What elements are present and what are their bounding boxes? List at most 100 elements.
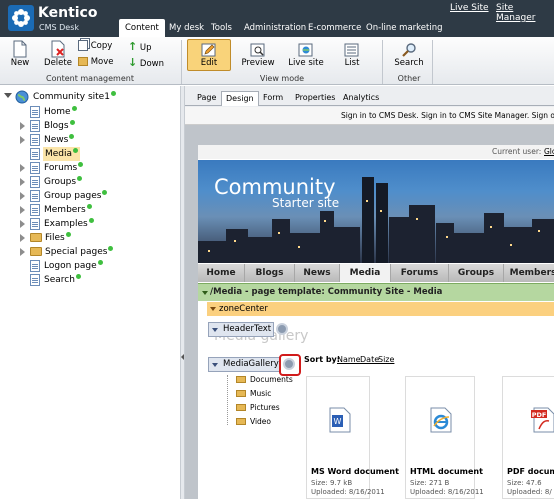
dropdown-arrow-icon[interactable] xyxy=(212,328,218,332)
nav-media[interactable]: Media xyxy=(340,264,391,282)
move-folder-icon xyxy=(78,57,88,66)
gear-icon[interactable] xyxy=(283,358,295,370)
nav-blogs[interactable]: Blogs xyxy=(245,264,295,282)
new-button[interactable]: New xyxy=(6,40,34,68)
tab-content[interactable]: Content xyxy=(119,19,165,37)
page-icon xyxy=(30,204,40,216)
copy-button[interactable]: Copy xyxy=(78,40,118,51)
file-size: Size: 47.6 xyxy=(507,479,542,487)
folder-icon xyxy=(30,233,42,242)
sign-in-links[interactable]: Sign in to CMS Desk. Sign in to CMS Site… xyxy=(341,107,554,125)
zone-label: zoneCenter xyxy=(219,304,268,314)
nav-news[interactable]: News xyxy=(295,264,340,282)
expand-arrow-icon[interactable] xyxy=(20,178,25,186)
delete-button-label: Delete xyxy=(44,58,72,68)
new-button-label: New xyxy=(10,58,30,68)
expand-arrow-icon[interactable] xyxy=(20,122,25,130)
tab-my-desk[interactable]: My desk xyxy=(163,19,210,37)
dropdown-arrow-icon[interactable] xyxy=(202,291,208,295)
edit-button-label: Edit xyxy=(200,58,218,68)
sort-size-link[interactable]: Size xyxy=(378,355,394,364)
sign-in-bar: Sign in to CMS Desk. Sign in to CMS Site… xyxy=(185,107,554,125)
folder-music[interactable]: Music xyxy=(236,388,271,400)
tree-item-label: Groups xyxy=(44,175,83,189)
preview-button[interactable]: Preview xyxy=(238,42,278,68)
logo-subtitle: CMS Desk xyxy=(39,23,79,32)
zone-bar[interactable]: zoneCenter xyxy=(207,302,554,316)
headertext-webpart[interactable]: HeaderText xyxy=(208,322,274,337)
tree-item-label: Logon page xyxy=(44,259,103,273)
tree-item-label: Examples xyxy=(44,217,94,231)
tab-analytics[interactable]: Analytics xyxy=(339,91,383,106)
dropdown-arrow-icon[interactable] xyxy=(212,363,218,367)
up-button[interactable]: ↑ Up xyxy=(128,40,164,53)
expand-arrow-icon[interactable] xyxy=(20,192,25,200)
expand-arrow-icon[interactable] xyxy=(4,93,12,98)
file-uploaded: Uploaded: 8/16/2011 xyxy=(410,488,484,496)
file-size: Size: 271 B xyxy=(410,479,450,487)
site-manager-link[interactable]: Site Manager xyxy=(496,3,554,23)
move-button[interactable]: Move xyxy=(78,57,118,67)
page-template-bar[interactable]: /Media - page template: Community Site -… xyxy=(198,283,554,301)
file-card[interactable]: PDF PDF docum Size: 47.6 Uploaded: 8/ xyxy=(502,376,554,499)
tab-tools[interactable]: Tools xyxy=(205,19,238,37)
file-card[interactable]: W MS Word document Size: 9.7 kB Uploaded… xyxy=(306,376,399,499)
new-page-icon xyxy=(13,40,27,58)
nav-home[interactable]: Home xyxy=(198,264,245,282)
gear-icon[interactable] xyxy=(276,323,288,335)
mediagallery-webpart[interactable]: MediaGallery xyxy=(208,357,280,372)
expand-arrow-icon[interactable] xyxy=(20,164,25,172)
tab-properties[interactable]: Properties xyxy=(291,91,339,106)
tab-page[interactable]: Page xyxy=(193,91,220,106)
folder-label: Pictures xyxy=(250,403,280,412)
folder-documents[interactable]: Documents xyxy=(236,374,293,386)
folder-icon xyxy=(236,376,246,383)
nav-forums[interactable]: Forums xyxy=(391,264,449,282)
search-button[interactable]: Search xyxy=(390,42,428,68)
nav-groups[interactable]: Groups xyxy=(449,264,504,282)
expand-arrow-icon[interactable] xyxy=(20,206,25,214)
tree-item-label: Members xyxy=(44,203,92,217)
page-icon xyxy=(30,148,40,160)
page-icon xyxy=(30,134,40,146)
sort-date-link[interactable]: Date xyxy=(360,355,379,364)
tab-online-marketing[interactable]: On-line marketing xyxy=(360,19,449,37)
live-site-icon xyxy=(298,43,313,57)
folder-video[interactable]: Video xyxy=(236,416,271,428)
banner-subtitle: Starter site xyxy=(272,196,340,210)
sort-name-link[interactable]: Name xyxy=(337,355,361,364)
folder-icon xyxy=(236,390,246,397)
live-site-link[interactable]: Live Site xyxy=(450,3,489,13)
folder-tree-line xyxy=(227,375,228,425)
globe-icon xyxy=(15,90,29,104)
folder-pictures[interactable]: Pictures xyxy=(236,402,280,414)
file-name: MS Word document xyxy=(311,467,399,476)
up-button-label: Up xyxy=(139,43,152,53)
expand-arrow-icon[interactable] xyxy=(20,136,25,144)
current-user-name[interactable]: Glo xyxy=(544,145,554,159)
tree-item-label: News xyxy=(44,133,75,147)
down-button[interactable]: ↓ Down xyxy=(128,56,168,69)
site-banner: Community Starter site xyxy=(198,160,554,263)
expand-arrow-icon[interactable] xyxy=(20,234,25,242)
collapse-arrow-icon[interactable] xyxy=(181,354,184,360)
content-tree: Community site1 Home Blogs News Media Fo… xyxy=(0,86,180,499)
tab-form[interactable]: Form xyxy=(259,91,287,106)
nav-members[interactable]: Members xyxy=(504,264,554,282)
expand-arrow-icon[interactable] xyxy=(20,220,25,228)
tree-item-label: Forums xyxy=(44,161,84,175)
file-card[interactable]: HTML document Size: 271 B Uploaded: 8/16… xyxy=(405,376,484,499)
kentico-logo[interactable]: Kentico CMS Desk xyxy=(8,4,110,32)
expand-arrow-icon[interactable] xyxy=(20,248,25,256)
tab-e-commerce[interactable]: E-commerce xyxy=(302,19,367,37)
list-button[interactable]: List xyxy=(337,42,367,68)
page-template-label: /Media - page template: Community Site -… xyxy=(210,287,443,297)
tab-design[interactable]: Design xyxy=(221,91,259,106)
list-icon xyxy=(344,43,359,57)
edit-button[interactable]: Edit xyxy=(188,42,230,68)
file-uploaded: Uploaded: 8/ xyxy=(507,488,552,496)
dropdown-arrow-icon[interactable] xyxy=(210,307,216,311)
file-uploaded: Uploaded: 8/16/2011 xyxy=(311,488,385,496)
live-site-button[interactable]: Live site xyxy=(284,42,328,68)
delete-button[interactable]: Delete xyxy=(42,40,74,68)
